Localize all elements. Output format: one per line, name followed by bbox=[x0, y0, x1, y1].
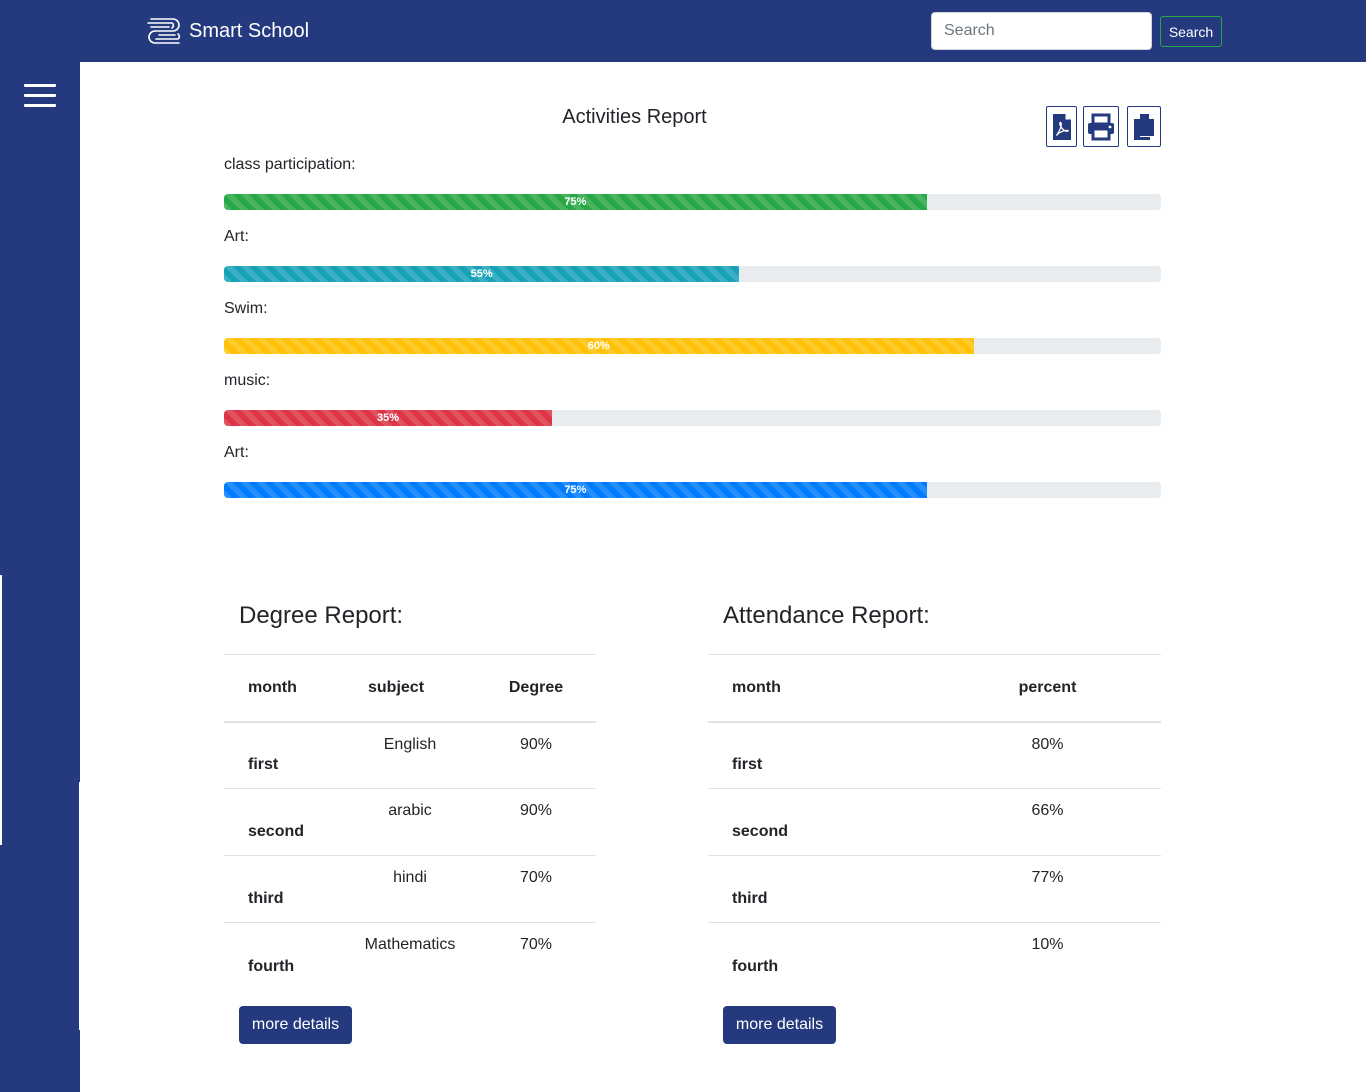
activity-label: Swim: bbox=[224, 300, 268, 317]
percent-cell: 66% bbox=[934, 788, 1161, 856]
degree-cell: 70% bbox=[519, 936, 553, 953]
column-header: subject bbox=[344, 654, 476, 723]
month-cell: second bbox=[708, 788, 934, 856]
copy-button[interactable] bbox=[1127, 106, 1161, 147]
activity-progress-track: 75% bbox=[224, 194, 1161, 210]
degree-report-table: month subject Degree first English 90% s… bbox=[224, 654, 596, 990]
attendance-report-table: month percent first 80% second 66% third… bbox=[708, 654, 1161, 990]
degree-cell: 70% bbox=[476, 855, 596, 923]
activity-progress-fill: 55% bbox=[224, 266, 740, 282]
activity-progress-fill: 60% bbox=[224, 338, 974, 354]
table-row: fourth 10% bbox=[708, 923, 1161, 990]
subject-cell: Mathematics bbox=[364, 936, 456, 953]
table-row: third 77% bbox=[708, 855, 1161, 923]
activity-progress-fill: 75% bbox=[224, 482, 927, 498]
percent-cell: 77% bbox=[934, 855, 1161, 923]
table-row: second arabic 90% bbox=[224, 788, 596, 856]
print-icon bbox=[1088, 113, 1114, 140]
activity-label: class participation: bbox=[224, 156, 356, 173]
degree-report-title: Degree Report: bbox=[239, 602, 404, 629]
degree-more-details-button[interactable]: more details bbox=[239, 1006, 352, 1044]
month-cell: first bbox=[708, 721, 934, 789]
percent-cell: 10% bbox=[1031, 936, 1064, 953]
table-header-row: month subject Degree bbox=[224, 654, 596, 723]
percent-cell: 80% bbox=[934, 721, 1161, 789]
month-cell: fourth bbox=[248, 957, 295, 975]
export-pdf-button[interactable] bbox=[1046, 106, 1077, 147]
month-cell: fourth bbox=[732, 957, 779, 975]
activities-report-title: Activities Report bbox=[562, 106, 707, 128]
pdf-icon bbox=[1052, 113, 1071, 140]
month-cell: second bbox=[224, 788, 344, 856]
column-header: percent bbox=[934, 654, 1161, 723]
table-row: first 80% bbox=[708, 721, 1161, 789]
attendance-report-title: Attendance Report: bbox=[723, 602, 930, 629]
hamburger-menu-icon[interactable] bbox=[24, 84, 56, 110]
subject-cell: arabic bbox=[344, 788, 476, 856]
activity-progress-fill: 35% bbox=[224, 410, 552, 426]
activity-label: Art: bbox=[224, 444, 249, 461]
activity-label: Art: bbox=[224, 228, 249, 245]
brand-name: Smart School bbox=[189, 19, 310, 42]
degree-cell: 90% bbox=[476, 788, 596, 856]
activity-progress-track: 35% bbox=[224, 410, 1161, 426]
subject-cell: English bbox=[344, 721, 476, 789]
table-header-row: month percent bbox=[708, 654, 1161, 723]
degree-cell: 90% bbox=[476, 721, 596, 789]
column-header: month bbox=[708, 654, 934, 723]
subject-cell: hindi bbox=[344, 855, 476, 923]
copy-icon bbox=[1134, 113, 1154, 140]
sidebar-divider bbox=[0, 575, 2, 845]
table-row: second 66% bbox=[708, 788, 1161, 856]
smart-school-logo-icon bbox=[147, 18, 181, 44]
table-row: fourth Mathematics 70% bbox=[224, 923, 596, 990]
activity-progress-fill: 75% bbox=[224, 194, 927, 210]
activity-progress-track: 60% bbox=[224, 338, 1161, 354]
month-cell: third bbox=[708, 855, 934, 923]
activity-label: music: bbox=[224, 372, 271, 389]
table-row: third hindi 70% bbox=[224, 855, 596, 923]
top-navbar: Smart School Search bbox=[0, 0, 1366, 62]
sidebar-edge bbox=[79, 782, 81, 1030]
attendance-more-details-button[interactable]: more details bbox=[723, 1006, 836, 1044]
print-button[interactable] bbox=[1083, 106, 1119, 147]
month-cell: third bbox=[224, 855, 344, 923]
column-header: Degree bbox=[476, 654, 596, 723]
search-button[interactable]: Search bbox=[1160, 16, 1222, 47]
table-row: first English 90% bbox=[224, 721, 596, 789]
activity-progress-track: 75% bbox=[224, 482, 1161, 498]
month-cell: first bbox=[224, 721, 344, 789]
brand[interactable]: Smart School bbox=[145, 14, 309, 48]
activity-progress-track: 55% bbox=[224, 266, 1161, 282]
sidebar bbox=[0, 62, 80, 1092]
search-input[interactable] bbox=[931, 12, 1152, 50]
column-header: month bbox=[224, 654, 344, 723]
